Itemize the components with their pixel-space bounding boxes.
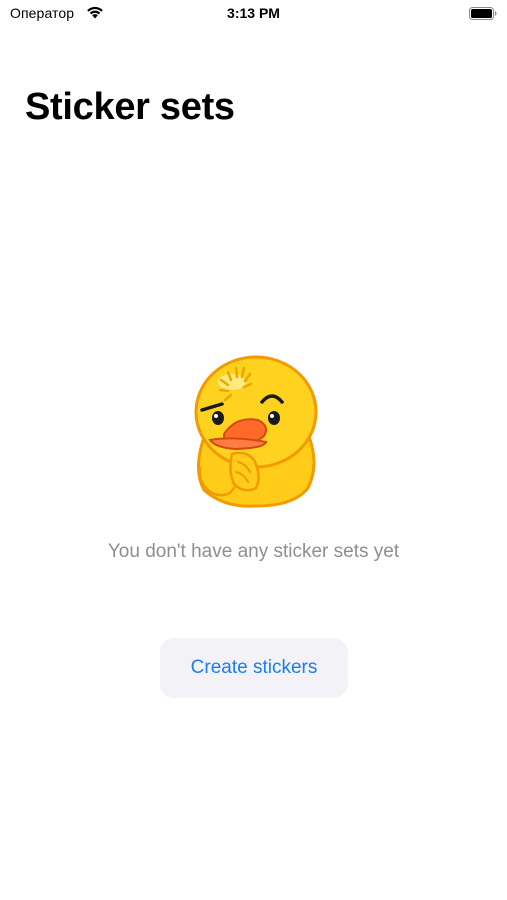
empty-state-message: You don't have any sticker sets yet [107,541,400,562]
duck-sticker-icon [194,355,317,508]
status-time: 3:13 PM [227,5,280,21]
battery-icon [469,7,497,20]
empty-state [0,350,507,510]
create-stickers-button[interactable]: Create stickers [160,638,348,698]
page-title: Sticker sets [25,86,235,128]
status-bar: Оператор 3:13 PM [0,0,507,30]
